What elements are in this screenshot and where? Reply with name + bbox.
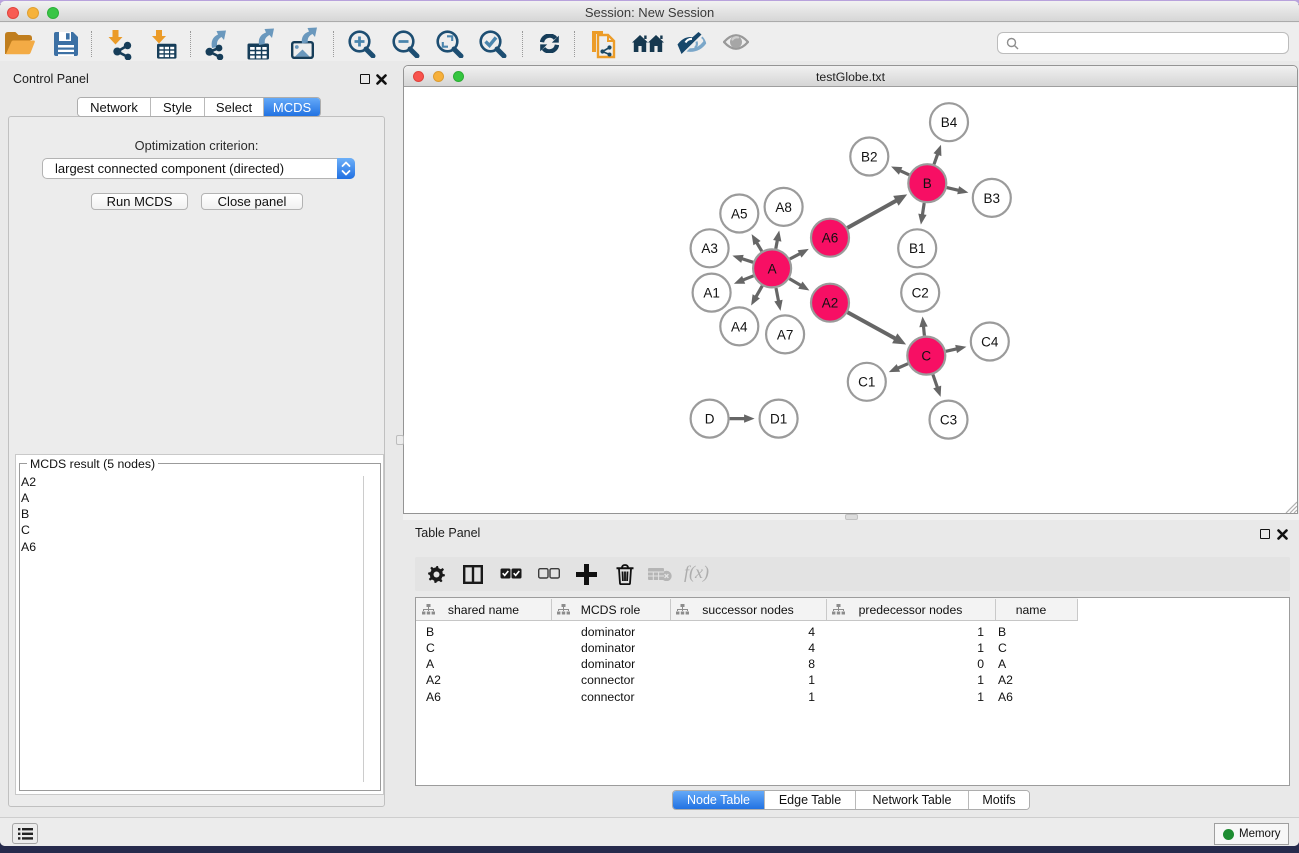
svg-text:B: B xyxy=(923,176,932,191)
svg-text:C2: C2 xyxy=(912,285,929,300)
svg-text:A7: A7 xyxy=(777,327,794,342)
svg-text:A2: A2 xyxy=(822,296,839,311)
svg-text:B4: B4 xyxy=(941,115,958,130)
svg-text:D1: D1 xyxy=(770,411,787,426)
svg-text:B3: B3 xyxy=(984,191,1001,206)
svg-text:D: D xyxy=(705,411,715,426)
svg-text:A: A xyxy=(768,261,777,276)
svg-text:A1: A1 xyxy=(703,285,720,300)
svg-text:C3: C3 xyxy=(940,412,957,427)
svg-text:C: C xyxy=(921,348,931,363)
svg-text:A8: A8 xyxy=(775,200,792,215)
svg-text:B2: B2 xyxy=(861,149,878,164)
svg-text:C1: C1 xyxy=(858,375,875,390)
svg-text:A5: A5 xyxy=(731,206,748,221)
svg-text:A4: A4 xyxy=(731,319,748,334)
svg-text:B1: B1 xyxy=(909,241,926,256)
svg-text:C4: C4 xyxy=(981,334,999,349)
svg-text:A3: A3 xyxy=(701,241,718,256)
svg-text:A6: A6 xyxy=(822,231,839,246)
